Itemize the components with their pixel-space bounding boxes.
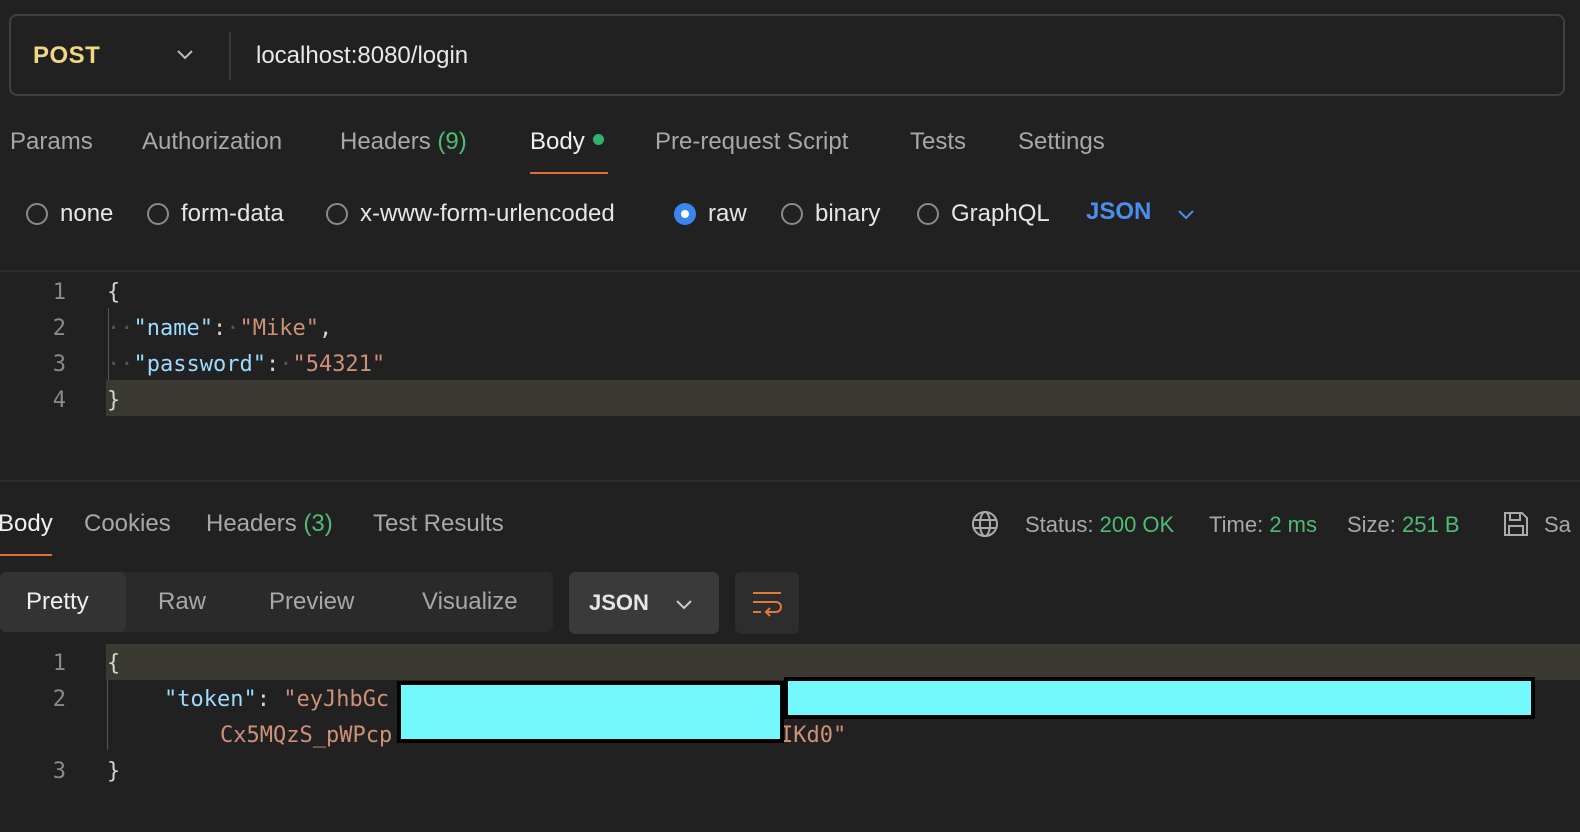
line-number: 1 bbox=[52, 280, 66, 305]
save-icon[interactable] bbox=[1501, 509, 1531, 539]
size-label: Size: bbox=[1347, 512, 1396, 537]
line-number: 3 bbox=[52, 352, 66, 377]
tab-headers-label: Headers bbox=[340, 128, 431, 155]
tab-body[interactable]: Body bbox=[530, 128, 604, 156]
save-response-button[interactable]: Sa bbox=[1544, 512, 1571, 538]
headers-count: (9) bbox=[437, 128, 467, 155]
response-status[interactable]: Status: 200 OK bbox=[1025, 512, 1174, 538]
time-label: Time: bbox=[1209, 512, 1264, 537]
radio-raw-label: raw bbox=[708, 200, 747, 227]
radio-none-label: none bbox=[60, 200, 114, 227]
line-number: 2 bbox=[52, 687, 66, 712]
line-number: 1 bbox=[52, 651, 66, 676]
status-label: Status: bbox=[1025, 512, 1094, 537]
radio-form-data[interactable]: form-data bbox=[147, 198, 284, 230]
url-bar: POST localhost:8080/login bbox=[9, 14, 1565, 96]
modified-dot-icon bbox=[592, 134, 604, 145]
json-value: "54321" bbox=[292, 352, 386, 377]
chevron-down-icon[interactable] bbox=[674, 594, 694, 614]
radio-none-icon[interactable] bbox=[26, 203, 48, 225]
response-tab-test-results[interactable]: Test Results bbox=[373, 510, 504, 538]
redaction-box bbox=[784, 677, 1535, 719]
line-number: 3 bbox=[52, 759, 66, 784]
editor-separator bbox=[0, 270, 1580, 272]
pane-divider[interactable] bbox=[0, 480, 1580, 482]
json-value: "Mike" bbox=[239, 316, 319, 341]
json-key: "password" bbox=[133, 352, 266, 377]
url-divider bbox=[229, 32, 231, 80]
radio-urlencoded-label: x-www-form-urlencoded bbox=[360, 200, 615, 227]
tab-pre-request-script[interactable]: Pre-request Script bbox=[655, 128, 848, 156]
chevron-down-icon[interactable] bbox=[175, 44, 195, 64]
line-number: 2 bbox=[52, 316, 66, 341]
chevron-down-icon[interactable] bbox=[1176, 204, 1196, 224]
radio-binary-icon[interactable] bbox=[781, 203, 803, 225]
code-line-token-end: IKd0" bbox=[780, 723, 847, 748]
redaction-box bbox=[397, 681, 784, 743]
view-preview-button[interactable]: Preview bbox=[269, 588, 354, 616]
active-line-highlight bbox=[106, 644, 1580, 680]
response-tab-cookies[interactable]: Cookies bbox=[84, 510, 171, 538]
response-format-label: JSON bbox=[589, 590, 649, 615]
response-size[interactable]: Size: 251 B bbox=[1347, 512, 1460, 538]
active-tab-indicator bbox=[0, 554, 52, 556]
response-tab-body[interactable]: Body bbox=[0, 510, 53, 538]
wrap-lines-icon[interactable] bbox=[751, 588, 783, 618]
time-value: 2 ms bbox=[1269, 512, 1317, 537]
response-tab-headers[interactable]: Headers (3) bbox=[206, 510, 333, 538]
tab-params[interactable]: Params bbox=[10, 128, 93, 156]
tab-tests[interactable]: Tests bbox=[910, 128, 966, 156]
radio-form-data-icon[interactable] bbox=[147, 203, 169, 225]
code-line-token-wrap: Cx5MQzS_pWPcp bbox=[220, 723, 393, 748]
code-line-token: "token": "eyJhbGc bbox=[164, 687, 390, 712]
json-value: "eyJhbGc bbox=[283, 687, 390, 712]
code-brace-close: } bbox=[107, 388, 121, 413]
code-line-password: ··"password":·"54321" bbox=[107, 352, 386, 377]
format-select[interactable]: JSON bbox=[1086, 198, 1151, 226]
radio-raw[interactable]: raw bbox=[674, 198, 747, 230]
radio-binary[interactable]: binary bbox=[781, 198, 880, 230]
url-input[interactable]: localhost:8080/login bbox=[256, 42, 468, 70]
active-tab-indicator bbox=[530, 172, 608, 174]
radio-urlencoded-icon[interactable] bbox=[326, 203, 348, 225]
indent-guide bbox=[107, 680, 108, 750]
radio-form-data-label: form-data bbox=[181, 200, 284, 227]
view-pretty-button[interactable]: Pretty bbox=[26, 588, 89, 616]
tab-authorization[interactable]: Authorization bbox=[142, 128, 282, 156]
globe-icon[interactable] bbox=[970, 509, 1000, 539]
code-brace-close: } bbox=[107, 759, 121, 784]
line-number: 4 bbox=[52, 388, 66, 413]
tab-body-label: Body bbox=[530, 128, 585, 155]
tab-settings[interactable]: Settings bbox=[1018, 128, 1105, 156]
radio-raw-icon[interactable] bbox=[674, 203, 696, 225]
view-visualize-button[interactable]: Visualize bbox=[422, 588, 518, 616]
radio-graphql-icon[interactable] bbox=[917, 203, 939, 225]
method-select[interactable]: POST bbox=[33, 42, 100, 70]
view-raw-button[interactable]: Raw bbox=[158, 588, 206, 616]
radio-urlencoded[interactable]: x-www-form-urlencoded bbox=[326, 198, 615, 230]
response-tab-headers-label: Headers bbox=[206, 510, 297, 537]
radio-graphql-label: GraphQL bbox=[951, 200, 1050, 227]
status-value: 200 OK bbox=[1099, 512, 1175, 537]
radio-none[interactable]: none bbox=[26, 198, 113, 230]
radio-graphql[interactable]: GraphQL bbox=[917, 198, 1050, 230]
json-key: "token" bbox=[164, 687, 257, 712]
code-brace-open: { bbox=[107, 651, 121, 676]
active-line-highlight bbox=[106, 380, 1580, 416]
code-brace-open: { bbox=[107, 280, 121, 305]
json-key: "name" bbox=[133, 316, 213, 341]
code-line-name: ··"name":·"Mike", bbox=[107, 316, 333, 341]
size-value: 251 B bbox=[1402, 512, 1460, 537]
response-headers-count: (3) bbox=[303, 510, 333, 537]
radio-binary-label: binary bbox=[815, 200, 881, 227]
tab-headers[interactable]: Headers (9) bbox=[340, 128, 467, 156]
response-time[interactable]: Time: 2 ms bbox=[1209, 512, 1317, 538]
